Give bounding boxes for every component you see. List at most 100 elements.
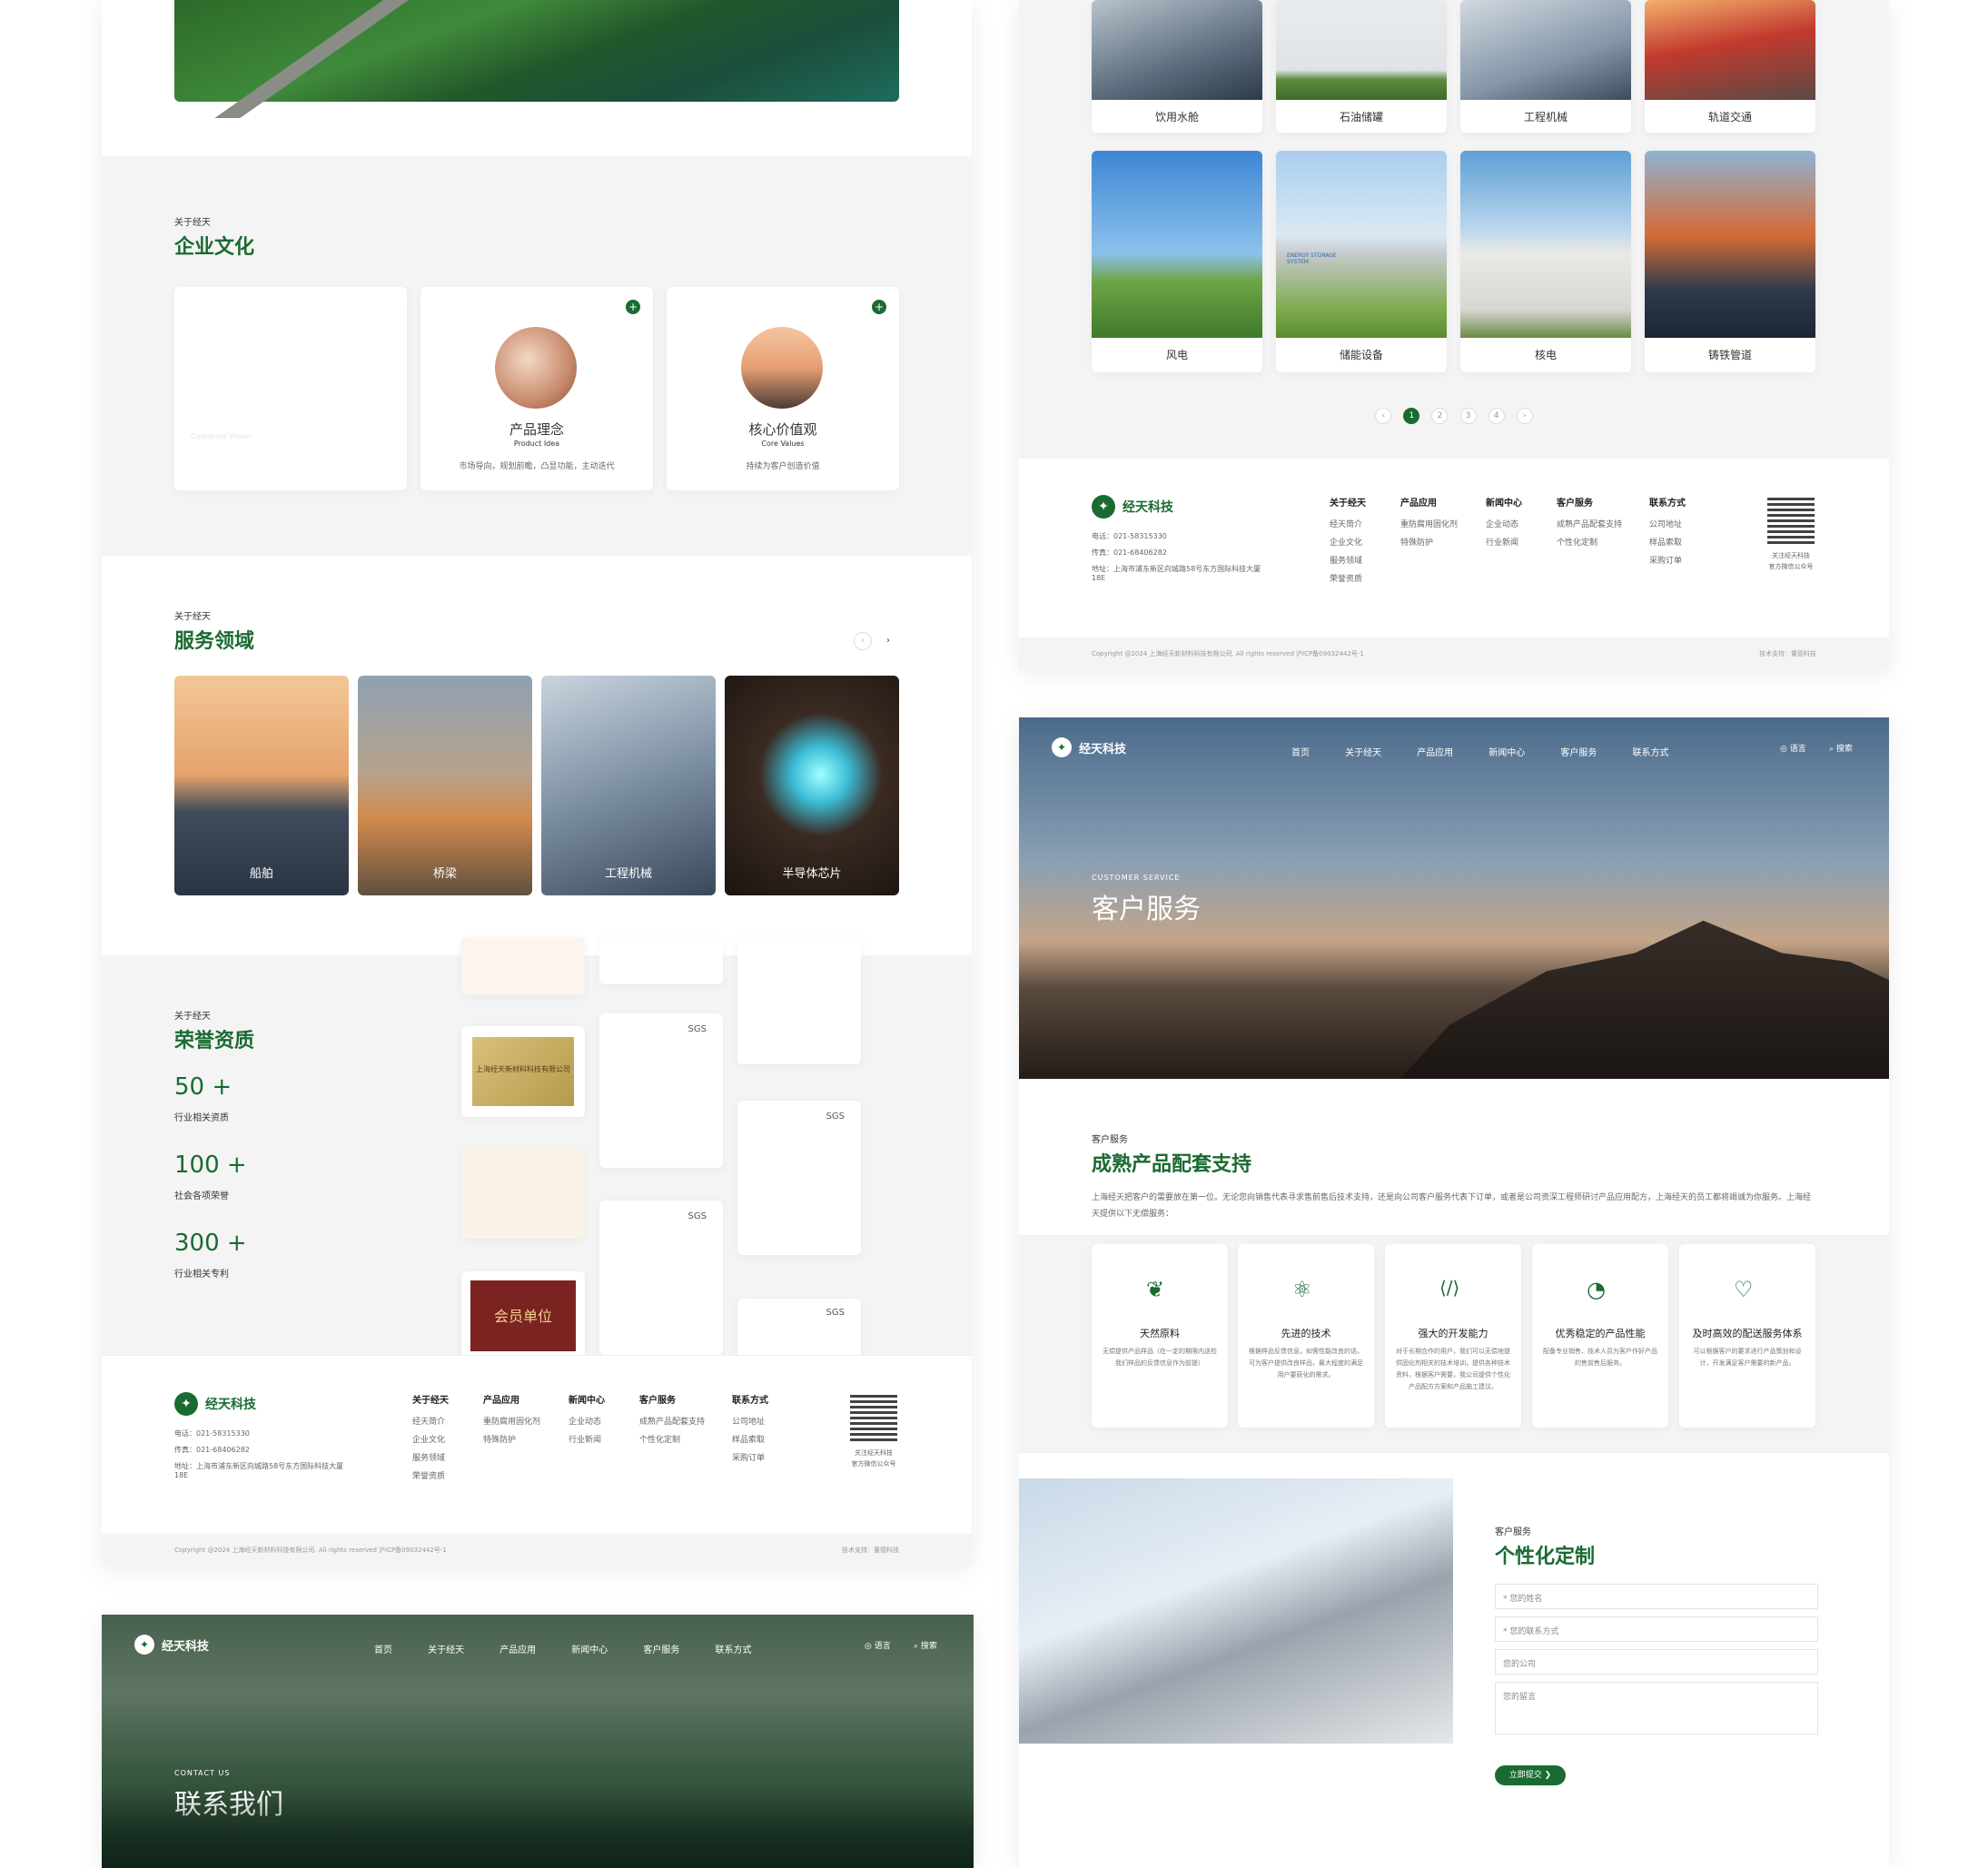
submit-button[interactable]: 立即提交 ❯ bbox=[1495, 1765, 1566, 1785]
footer-link[interactable]: 成熟产品配套支持 bbox=[1557, 518, 1622, 529]
footer-link[interactable]: 样品索取 bbox=[1649, 536, 1686, 548]
nav-item[interactable]: 关于经天 bbox=[1345, 748, 1381, 758]
product-card[interactable]: 饮用水舱 bbox=[1092, 0, 1262, 133]
culture-card-vision[interactable]: 经天愿景 Corporate Vision 成为环保型、功能性环氧固化剂的领导者 bbox=[174, 287, 407, 490]
nav-item[interactable]: 新闻中心 bbox=[1489, 748, 1525, 758]
certificate[interactable]: 上海经天新材料科技有限公司 bbox=[461, 1026, 585, 1117]
footer-link[interactable]: 服务领域 bbox=[1330, 554, 1366, 566]
footer-link[interactable]: 企业文化 bbox=[412, 1433, 449, 1445]
footer-link[interactable]: 服务领域 bbox=[412, 1451, 449, 1463]
language-button[interactable]: ◎ 语言 bbox=[1780, 742, 1806, 754]
certificate[interactable] bbox=[461, 1148, 585, 1239]
service-item-bridge[interactable]: 桥梁 bbox=[358, 676, 532, 895]
page-button[interactable]: 1 bbox=[1403, 408, 1420, 424]
service-item-machinery[interactable]: 工程机械 bbox=[541, 676, 716, 895]
support-card-title: 优秀稳定的产品性能 bbox=[1555, 1328, 1646, 1339]
support-card[interactable]: ◔ 优秀稳定的产品性能 配备专业销售、技术人员为客户作好产品的售前售后服务。 bbox=[1532, 1244, 1668, 1428]
page-button[interactable]: 4 bbox=[1488, 408, 1505, 424]
company-input[interactable]: 您的公司 bbox=[1495, 1649, 1818, 1675]
search-button[interactable]: ⌕ 搜索 bbox=[914, 1639, 937, 1651]
prev-page-button[interactable]: ‹ bbox=[1375, 408, 1392, 424]
plus-icon[interactable]: + bbox=[626, 300, 640, 314]
product-card[interactable]: 工程机械 bbox=[1460, 0, 1631, 133]
nav-item[interactable]: 联系方式 bbox=[715, 1646, 751, 1656]
next-page-button[interactable]: › bbox=[1516, 408, 1533, 424]
plus-icon[interactable]: + bbox=[872, 300, 886, 314]
cs-hero: ✦ 经天科技 首页 关于经天 产品应用 新闻中心 客户服务 联系方式 ◎ 语言 … bbox=[1019, 717, 1889, 1079]
leaf-icon: ❦ bbox=[1146, 1277, 1165, 1302]
footer-link[interactable]: 行业新闻 bbox=[569, 1433, 605, 1445]
certificate[interactable] bbox=[737, 937, 861, 1064]
footer-link[interactable]: 个性化定制 bbox=[639, 1433, 705, 1445]
search-button[interactable]: ⌕ 搜索 bbox=[1829, 742, 1853, 754]
nav-item[interactable]: 首页 bbox=[374, 1646, 392, 1656]
certificate[interactable]: SGS bbox=[599, 1013, 723, 1168]
nav-item[interactable]: 客户服务 bbox=[643, 1646, 679, 1656]
nav-item[interactable]: 产品应用 bbox=[499, 1646, 536, 1656]
product-card[interactable]: 铸铁管道 bbox=[1645, 151, 1815, 372]
next-arrow-icon[interactable]: › bbox=[879, 632, 897, 650]
certificate[interactable] bbox=[461, 937, 585, 995]
copyright-text: Copyright @2024 上海经天新材料科技有限公司. All right… bbox=[174, 1547, 377, 1554]
footer-link[interactable]: 公司地址 bbox=[732, 1415, 768, 1427]
nav-item[interactable]: 客户服务 bbox=[1560, 748, 1597, 758]
certificate[interactable]: SGS bbox=[737, 1101, 861, 1255]
footer-link[interactable]: 采购订单 bbox=[1649, 554, 1686, 566]
footer-link[interactable]: 个性化定制 bbox=[1557, 536, 1622, 548]
nav-item[interactable]: 关于经天 bbox=[428, 1646, 464, 1656]
product-card[interactable]: 风电 bbox=[1092, 151, 1262, 372]
nav-item[interactable]: 首页 bbox=[1291, 748, 1310, 758]
product-card[interactable]: ENERGY STORAGE SYSTEM 储能设备 bbox=[1276, 151, 1447, 372]
culture-card-core-values[interactable]: + 核心价值观 Core Values 持续为客户创造价值 bbox=[667, 287, 899, 490]
footer-link[interactable]: 重防腐用固化剂 bbox=[1400, 518, 1458, 529]
footer-link[interactable]: 特殊防护 bbox=[483, 1433, 540, 1445]
page-button[interactable]: 3 bbox=[1459, 408, 1477, 424]
nav-item[interactable]: 新闻中心 bbox=[571, 1646, 608, 1656]
footer-col-heading: 关于经天 bbox=[412, 1396, 449, 1406]
language-button[interactable]: ◎ 语言 bbox=[865, 1639, 891, 1651]
footer-link[interactable]: 经天简介 bbox=[412, 1415, 449, 1427]
prev-arrow-icon[interactable]: ‹ bbox=[854, 632, 872, 650]
footer-link[interactable]: 企业文化 bbox=[1330, 536, 1366, 548]
product-card[interactable]: 核电 bbox=[1460, 151, 1631, 372]
footer-link[interactable]: 行业新闻 bbox=[1486, 536, 1522, 548]
page-button[interactable]: 2 bbox=[1431, 408, 1449, 424]
brand-logo[interactable]: ✦ 经天科技 bbox=[1092, 495, 1173, 519]
message-textarea[interactable]: 您的留言 bbox=[1495, 1682, 1818, 1735]
footer-link[interactable]: 企业动态 bbox=[569, 1415, 605, 1427]
support-cards: ❦ 天然原料 无偿提供产品样品（在一定的期限内送检我们样品的反馈信息作为前提） … bbox=[1019, 1235, 1889, 1453]
certificate[interactable]: 会员单位 bbox=[461, 1271, 585, 1362]
culture-card-product-idea[interactable]: + 产品理念 Product Idea 市场导向，规划前瞻，凸显功能，主动迭代 bbox=[420, 287, 653, 490]
footer-link[interactable]: 采购订单 bbox=[732, 1451, 768, 1463]
product-card[interactable]: 石油储罐 bbox=[1276, 0, 1447, 133]
certificate[interactable] bbox=[599, 937, 723, 984]
contact-input[interactable]: * 您的联系方式 bbox=[1495, 1616, 1818, 1642]
certificate[interactable]: SGS bbox=[599, 1201, 723, 1355]
nav-item[interactable]: 联系方式 bbox=[1632, 748, 1668, 758]
footer-link[interactable]: 公司地址 bbox=[1649, 518, 1686, 529]
footer-link[interactable]: 企业动态 bbox=[1486, 518, 1522, 529]
service-item-ship[interactable]: 船舶 bbox=[174, 676, 349, 895]
footer-link[interactable]: 成熟产品配套支持 bbox=[639, 1415, 705, 1427]
brand-logo[interactable]: ✦ 经天科技 bbox=[174, 1392, 256, 1416]
support-card[interactable]: ⚛ 先进的技术 根据样品反馈信息，如需性能改良的话，可为客户提供改良样品，最大程… bbox=[1238, 1244, 1374, 1428]
copyright-text: Copyright @2024 上海经天新材料科技有限公司. All right… bbox=[1092, 650, 1294, 657]
brand-logo[interactable]: ✦ 经天科技 bbox=[1052, 737, 1126, 757]
sgs-mark: SGS bbox=[826, 1308, 845, 1318]
footer-link[interactable]: 经天简介 bbox=[1330, 518, 1366, 529]
footer-link[interactable]: 荣誉资质 bbox=[412, 1469, 449, 1481]
footer-link[interactable]: 特殊防护 bbox=[1400, 536, 1458, 548]
footer-link[interactable]: 样品索取 bbox=[732, 1433, 768, 1445]
brand-logo[interactable]: ✦ 经天科技 bbox=[134, 1635, 209, 1655]
footer-link[interactable]: 重防腐用固化剂 bbox=[483, 1415, 540, 1427]
support-card[interactable]: ⟨/⟩ 强大的开发能力 对于长期合作的用户，我们可以无偿地提供固化剂相关的技术培… bbox=[1385, 1244, 1521, 1428]
product-card[interactable]: 轨道交通 bbox=[1645, 0, 1815, 133]
service-item-chip[interactable]: 半导体芯片 bbox=[725, 676, 899, 895]
footer-col-heading: 产品应用 bbox=[1400, 499, 1437, 509]
support-card[interactable]: ♡ 及时高效的配送服务体系 可以根据客户的要求进行产品策划和设计，开发满足客户需… bbox=[1679, 1244, 1815, 1428]
footer-col-heading: 联系方式 bbox=[732, 1396, 768, 1406]
name-input[interactable]: * 您的姓名 bbox=[1495, 1584, 1818, 1609]
footer-link[interactable]: 荣誉资质 bbox=[1330, 572, 1366, 584]
support-card[interactable]: ❦ 天然原料 无偿提供产品样品（在一定的期限内送检我们样品的反馈信息作为前提） bbox=[1092, 1244, 1228, 1428]
nav-item[interactable]: 产品应用 bbox=[1417, 748, 1453, 758]
